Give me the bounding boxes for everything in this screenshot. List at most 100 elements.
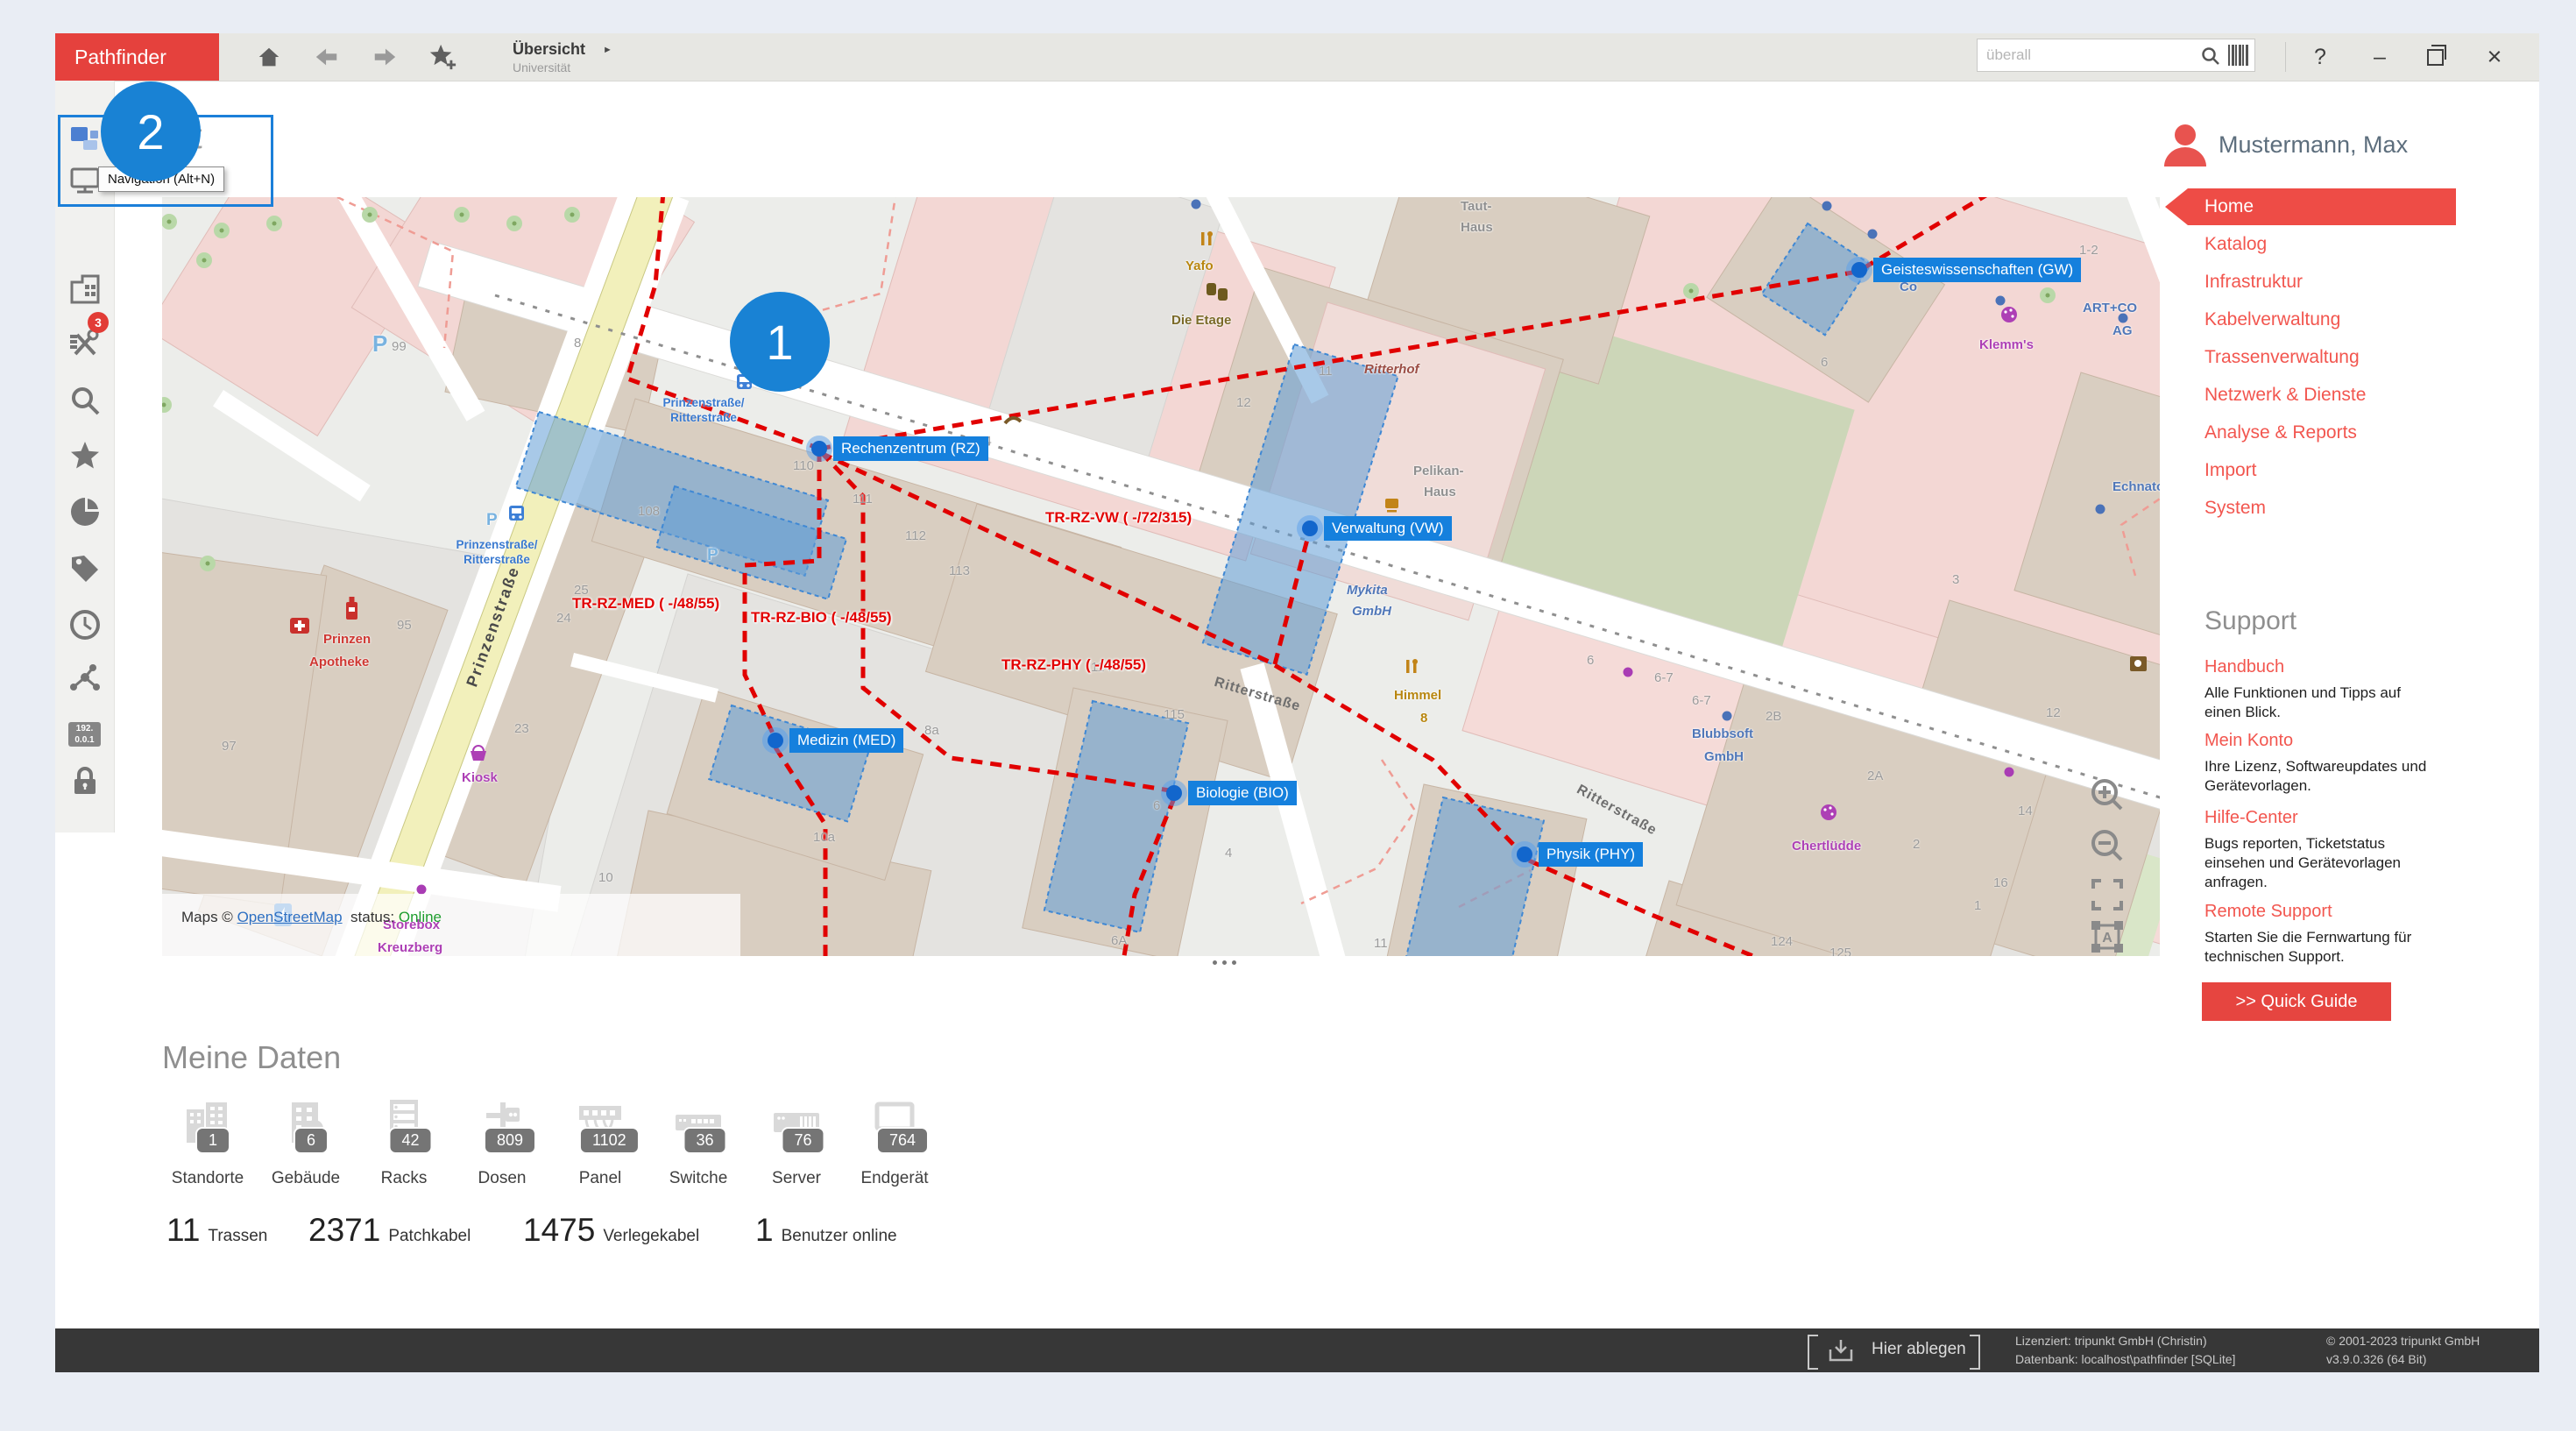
count-badge: 1102 — [579, 1127, 640, 1154]
map-house-number: 110 — [793, 458, 814, 473]
restore-button[interactable] — [2410, 33, 2459, 81]
marker-label[interactable]: Geisteswissenschaften (GW) — [1873, 258, 2081, 282]
map-house-number: 11 — [1319, 364, 1333, 379]
remote-support-link[interactable]: Remote Support — [2204, 902, 2555, 922]
lock-icon — [68, 765, 102, 798]
sidebar-item-analyse-reports[interactable]: Analyse & Reports — [2165, 414, 2456, 451]
map-building-marker[interactable]: Physik (PHY) — [1539, 842, 1643, 867]
openstreetmap-link[interactable]: OpenStreetMap — [237, 909, 343, 925]
map-poi-label: Die Etage — [1171, 313, 1231, 328]
help-button[interactable]: ? — [2296, 33, 2345, 81]
bracket-left — [1808, 1335, 1818, 1370]
mein-konto-link[interactable]: Mein Konto — [2204, 731, 2555, 751]
sidebar-item-system[interactable]: System — [2165, 489, 2456, 527]
callout-step-2: 2 — [101, 81, 201, 181]
history-tool-button[interactable] — [67, 607, 103, 642]
marker-label[interactable]: Physik (PHY) — [1539, 842, 1643, 867]
marker-label[interactable]: Biologie (BIO) — [1188, 781, 1297, 805]
search-icon[interactable] — [2200, 46, 2221, 67]
map-house-number: 24 — [556, 611, 571, 626]
map-poi-label: Haus — [1461, 220, 1493, 235]
forward-button[interactable] — [365, 33, 404, 81]
search-tool-button[interactable] — [67, 384, 103, 419]
map-route-label: TR-RZ-MED ( -/48/55) — [572, 595, 719, 613]
count-badge: 1 — [195, 1127, 230, 1154]
app-menu-button[interactable]: Pathfinder — [55, 33, 219, 81]
global-search — [1977, 39, 2255, 72]
map-building-marker[interactable]: Medizin (MED) — [789, 728, 903, 753]
marker-label[interactable]: Rechenzentrum (RZ) — [833, 436, 988, 461]
support-link-hilfe-center: Hilfe-Center Bugs reporten, Ticketstatus… — [2204, 808, 2555, 892]
sidebar-item-kabelverwaltung[interactable]: Kabelverwaltung — [2165, 301, 2456, 338]
marker-dot[interactable] — [1851, 262, 1867, 278]
splitter-handle[interactable] — [1213, 960, 1236, 965]
minimize-button[interactable]: – — [2355, 33, 2404, 81]
sidebar-item-netzwerk-dienste[interactable]: Netzwerk & Dienste — [2165, 376, 2456, 414]
handbuch-link[interactable]: Handbuch — [2204, 657, 2555, 677]
map-house-number: 12 — [1236, 395, 1251, 410]
total-value: 1475 — [523, 1212, 595, 1249]
map-zoom-out-button[interactable] — [2086, 825, 2128, 867]
map-canvas[interactable]: 9995971081101111121131141152524231412111… — [162, 197, 2160, 956]
map-poi-label: Klemm's — [1979, 337, 2034, 352]
favorites-tool-button[interactable] — [67, 439, 103, 474]
map-building-marker[interactable]: Verwaltung (VW) — [1324, 516, 1452, 541]
map-house-number: 108 — [638, 504, 660, 519]
map-poi-label: ART+CO — [2083, 301, 2137, 315]
database-info: Datenbank: localhost\pathfinder [SQLite] — [2015, 1352, 2235, 1366]
copyright: © 2001-2023 tripunkt GmbH — [2326, 1334, 2480, 1348]
map-transit-label: Prinzenstraße/Ritterstraße — [456, 537, 537, 567]
lock-tool-button[interactable] — [67, 764, 103, 799]
pathfinder-app: Start Pathfinder Übersicht ► Universität… — [0, 0, 2576, 1431]
map-building-marker[interactable]: Rechenzentrum (RZ) — [833, 436, 988, 461]
mein-konto-desc-1: Ihre Lizenz, Softwareupdates und — [2204, 757, 2555, 776]
total-patchkabel: 2371 Patchkabel — [308, 1212, 471, 1249]
map-zoom-in-button[interactable] — [2086, 774, 2128, 816]
map-house-number: 8 — [574, 336, 581, 351]
stat-switche: 36 Switche — [648, 1095, 749, 1156]
marker-dot[interactable] — [1166, 785, 1182, 801]
sidebar-item-import[interactable]: Import — [2165, 451, 2456, 489]
hilfe-center-link[interactable]: Hilfe-Center — [2204, 808, 2555, 828]
map-poi-label: Blubbsoft — [1692, 726, 1753, 741]
marker-label[interactable]: Medizin (MED) — [789, 728, 903, 753]
total-label: Verlegekabel — [603, 1227, 699, 1246]
marker-label[interactable]: Verwaltung (VW) — [1324, 516, 1452, 541]
marker-dot[interactable] — [1302, 521, 1318, 536]
hilfe-center-desc-2: einsehen und Gerätevorlagen — [2204, 854, 2555, 873]
sidebar-item-home[interactable]: Home — [2165, 188, 2456, 225]
map-label-select-button[interactable]: A — [2086, 916, 2128, 956]
user-name[interactable]: Mustermann, Max — [2219, 131, 2408, 159]
marker-dot[interactable] — [811, 441, 827, 457]
star-icon — [68, 440, 102, 473]
sidebar-item-infrastruktur[interactable]: Infrastruktur — [2165, 263, 2456, 301]
map-poi-label: Ritterhof — [1364, 362, 1419, 377]
back-button[interactable] — [308, 33, 346, 81]
map-house-number: 14 — [2018, 804, 2033, 818]
breadcrumb[interactable]: Übersicht — [513, 40, 585, 59]
ip-address-tool-button[interactable]: 192. 0.0.1 — [68, 722, 101, 747]
home-button[interactable] — [250, 33, 288, 81]
network-tool-button[interactable] — [67, 662, 103, 697]
sidebar-item-katalog[interactable]: Katalog — [2165, 225, 2456, 263]
reports-tool-button[interactable] — [67, 494, 103, 529]
drop-target-label[interactable]: Hier ablegen — [1872, 1340, 1966, 1359]
map-poi-label: 8 — [1420, 711, 1427, 726]
barcode-scan-icon[interactable] — [2228, 45, 2249, 66]
quick-guide-button[interactable]: >> Quick Guide — [2202, 982, 2391, 1021]
map-building-marker[interactable]: Biologie (BIO) — [1188, 781, 1297, 805]
tags-tool-button[interactable] — [67, 551, 103, 586]
search-input[interactable] — [1985, 41, 2190, 69]
marker-dot[interactable] — [1517, 847, 1532, 862]
map-fullscreen-button[interactable] — [2086, 874, 2128, 916]
map-house-number: 1-2 — [2079, 243, 2098, 258]
close-button[interactable]: × — [2470, 33, 2519, 81]
count-badge: 809 — [484, 1127, 536, 1154]
map-building-marker[interactable]: Geisteswissenschaften (GW) — [1873, 258, 2081, 282]
marker-dot[interactable] — [768, 733, 783, 748]
my-data-heading: Meine Daten — [162, 1039, 341, 1076]
map-poi-label: Kiosk — [462, 770, 498, 785]
favorite-add-button[interactable] — [423, 33, 462, 81]
sidebar-item-trassenverwaltung[interactable]: Trassenverwaltung — [2165, 338, 2456, 376]
floorplan-tool-button[interactable] — [67, 272, 103, 307]
